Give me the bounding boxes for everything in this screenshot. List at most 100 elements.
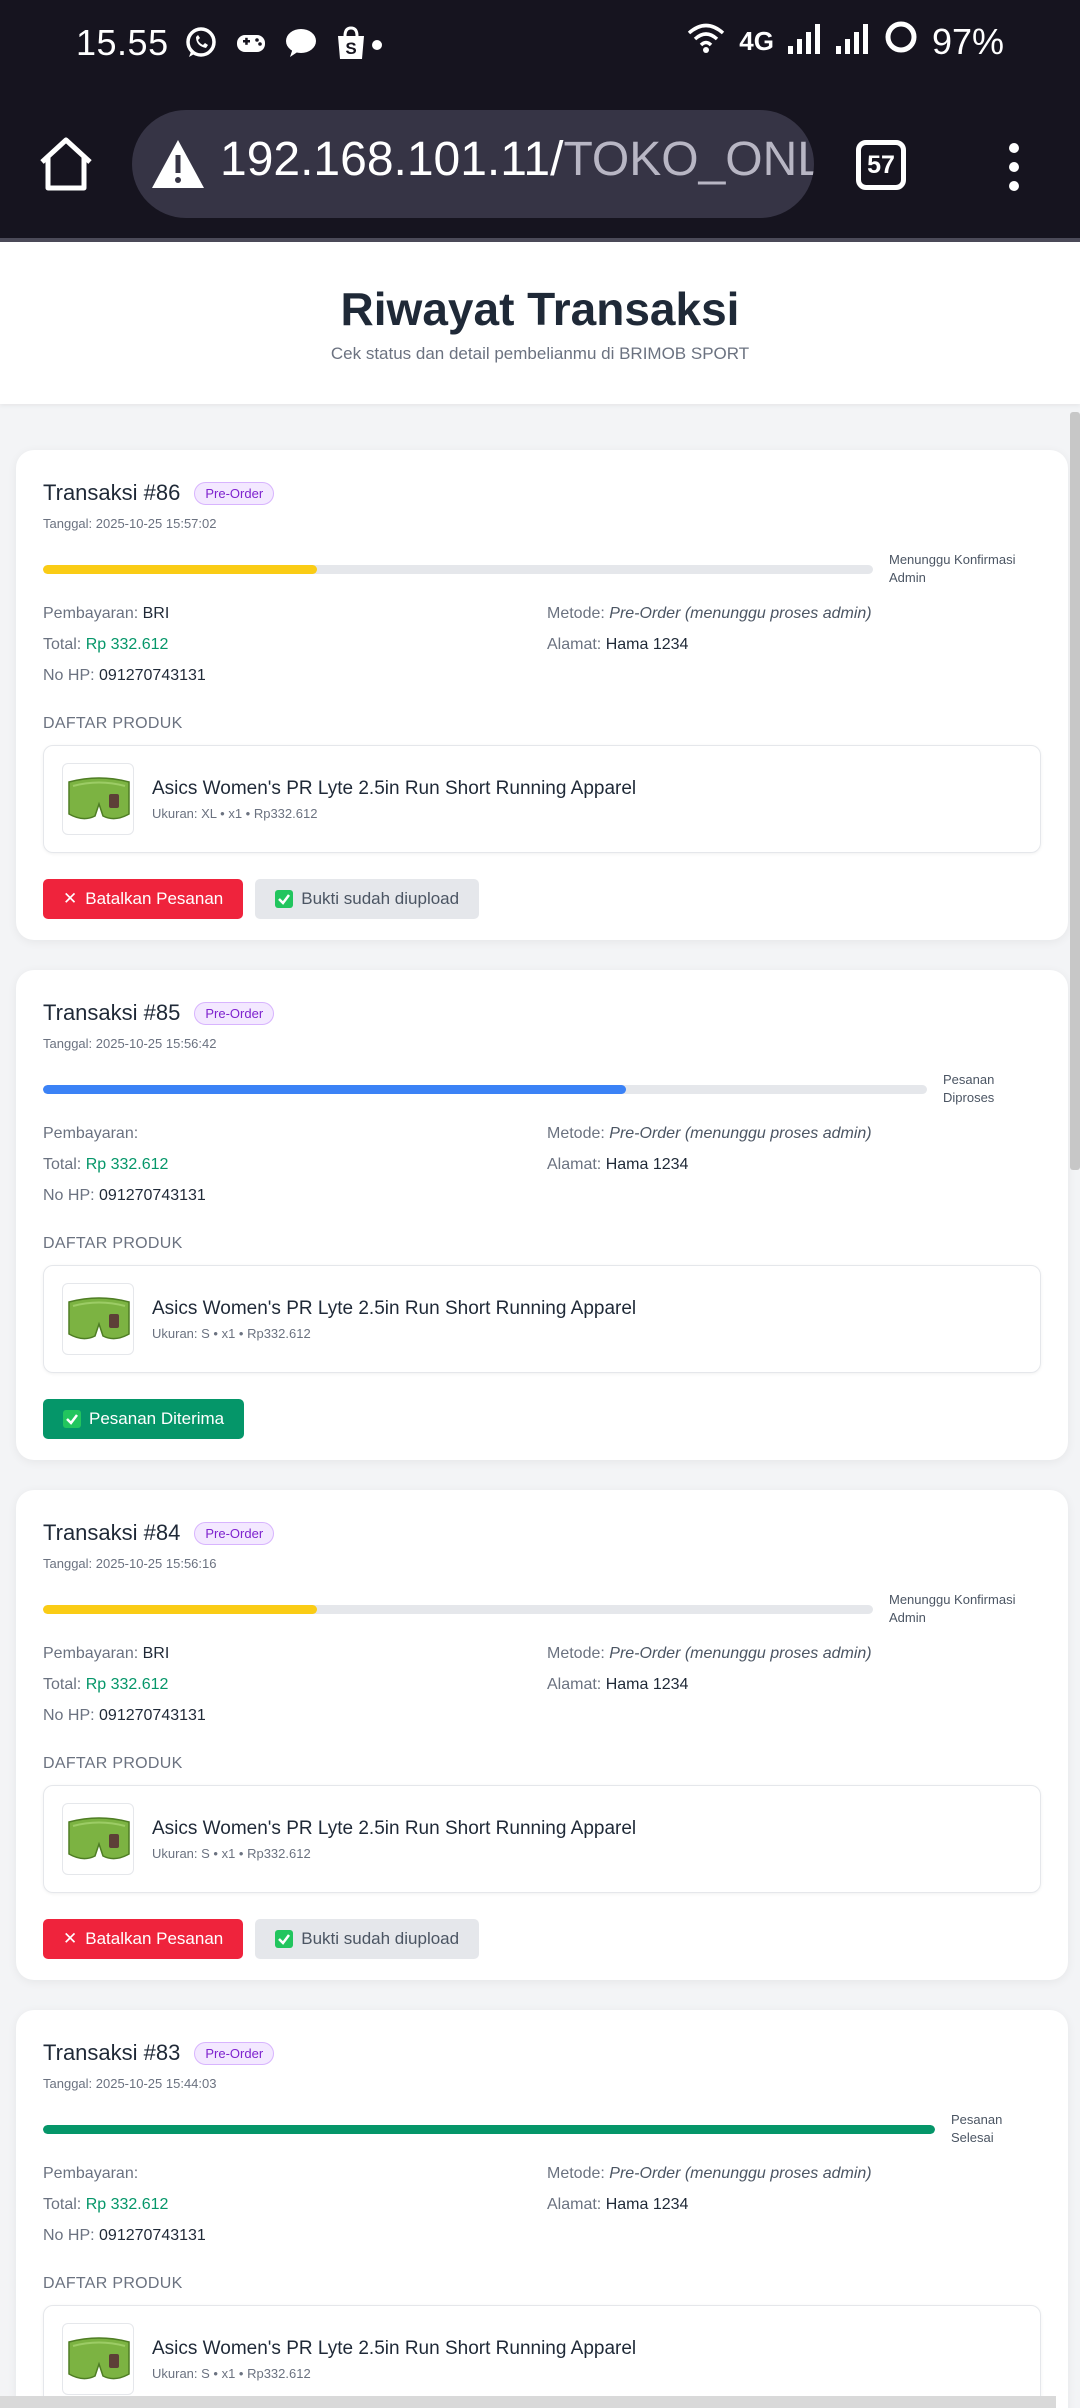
transaction-date: Tanggal: 2025-10-25 15:44:03 [43, 2076, 217, 2091]
page-title: Riwayat Transaksi [340, 283, 740, 335]
order-status-line2: Selesai [951, 2130, 994, 2145]
transaction-title: Transaksi #84 [43, 1520, 181, 1545]
transaction-date: Tanggal: 2025-10-25 15:57:02 [43, 516, 217, 531]
method-label: Metode: [547, 605, 605, 622]
url-bar[interactable]: 192.168.101.11/TOKO_ONLINE/u [132, 110, 814, 218]
product-item[interactable]: Asics Women's PR Lyte 2.5in Run Short Ru… [43, 745, 1041, 853]
payment-value: BRI [142, 1645, 170, 1662]
order-progress: Pesanan Selesai [43, 2112, 1041, 2147]
phone-value: 091270743131 [99, 1707, 206, 1724]
wifi-icon [687, 21, 725, 63]
product-thumbnail[interactable] [62, 2323, 134, 2395]
order-status-line1: Pesanan [951, 2112, 1003, 2127]
proof-uploaded-label: Bukti sudah diupload [301, 889, 460, 908]
progress-track [43, 1085, 927, 1094]
order-progress: Menunggu Konfirmasi Admin [43, 1592, 1041, 1627]
order-status-line1: Pesanan [943, 1072, 995, 1087]
total-info: Total: Rp 332.612 [43, 1156, 168, 1174]
warning-icon[interactable] [150, 138, 206, 190]
phone-label: No HP: [43, 1707, 95, 1724]
proof-uploaded-label: Bukti sudah diupload [301, 1929, 460, 1948]
overflow-menu-icon[interactable] [1000, 142, 1028, 192]
url-host: 192.168.101.11/ [220, 133, 564, 186]
address-value: Hama 1234 [605, 636, 689, 653]
tab-switcher-button[interactable]: 57 [856, 140, 906, 190]
address-info: Alamat: Hama 1234 [547, 2196, 688, 2214]
progress-track [43, 2125, 935, 2134]
products-heading: DAFTAR PRODUK [43, 1235, 183, 1252]
page-header: Riwayat Transaksi Cek status dan detail … [0, 242, 1080, 404]
progress-track [43, 1605, 873, 1614]
phone-value: 091270743131 [99, 2227, 206, 2244]
products-heading: DAFTAR PRODUK [43, 715, 183, 732]
phone-label: No HP: [43, 1187, 95, 1204]
progress-fill [43, 2125, 935, 2134]
network-type: 4G [739, 26, 774, 56]
method-label: Metode: [547, 2165, 605, 2182]
order-status-line1: Menunggu Konfirmasi [889, 552, 1016, 567]
phone-info: No HP: 091270743131 [43, 1187, 206, 1205]
payment-label: Pembayaran: [43, 1125, 139, 1142]
order-status-line1: Menunggu Konfirmasi [889, 1592, 1016, 1607]
product-name: Asics Women's PR Lyte 2.5in Run Short Ru… [152, 1818, 637, 1839]
transaction-info: Pembayaran: BRI Metode: Pre-Order (menun… [43, 1645, 1041, 1729]
method-value: Pre-Order (menunggu proses admin) [609, 1645, 872, 1662]
method-value: Pre-Order (menunggu proses admin) [609, 1125, 872, 1142]
payment-info: Pembayaran: [43, 1125, 138, 1143]
method-info: Metode: Pre-Order (menunggu proses admin… [547, 1645, 872, 1663]
total-info: Total: Rp 332.612 [43, 2196, 168, 2214]
product-thumbnail[interactable] [62, 1283, 134, 1355]
order-status: Pesanan Selesai [951, 2111, 1002, 2147]
url-text[interactable]: 192.168.101.11/TOKO_ONLINE/u [220, 132, 814, 187]
payment-label: Pembayaran: [43, 1645, 139, 1662]
product-thumbnail[interactable] [62, 763, 134, 835]
product-item[interactable]: Asics Women's PR Lyte 2.5in Run Short Ru… [43, 1785, 1041, 1893]
battery-icon [884, 20, 918, 63]
payment-info: Pembayaran: BRI [43, 605, 169, 623]
payment-info: Pembayaran: BRI [43, 1645, 169, 1663]
payment-value: BRI [142, 605, 170, 622]
browser-toolbar: 192.168.101.11/TOKO_ONLINE/u 57 [0, 108, 1080, 220]
vertical-scrollbar[interactable] [1070, 412, 1080, 1170]
order-status: Pesanan Diproses [943, 1071, 994, 1107]
order-status-line2: Admin [889, 570, 926, 585]
address-info: Alamat: Hama 1234 [547, 1676, 688, 1694]
total-label: Total: [43, 636, 82, 653]
check-mark-icon [275, 1930, 294, 1948]
product-name: Asics Women's PR Lyte 2.5in Run Short Ru… [152, 1298, 637, 1319]
signal-icon-2 [835, 21, 870, 63]
status-bar: 15.55 S 4G 97% [0, 0, 1080, 88]
product-item[interactable]: Asics Women's PR Lyte 2.5in Run Short Ru… [43, 2305, 1041, 2408]
proof-uploaded-button[interactable]: Bukti sudah diupload [255, 879, 480, 919]
total-label: Total: [43, 1156, 82, 1173]
horizontal-scrollbar[interactable] [0, 2396, 1056, 2408]
cancel-order-label: Batalkan Pesanan [85, 889, 224, 908]
address-value: Hama 1234 [605, 2196, 689, 2213]
phone-label: No HP: [43, 667, 95, 684]
order-status: Menunggu Konfirmasi Admin [889, 551, 1015, 587]
total-info: Total: Rp 332.612 [43, 636, 168, 654]
product-meta: Ukuran: XL • x1 • Rp332.612 [152, 806, 318, 821]
products-heading: DAFTAR PRODUK [43, 1755, 183, 1772]
notification-dot [372, 40, 382, 50]
product-thumbnail[interactable] [62, 1803, 134, 1875]
total-value: Rp 332.612 [85, 2196, 169, 2213]
cancel-order-button[interactable]: ✕ Batalkan Pesanan [43, 879, 244, 919]
transaction-card: Transaksi #86 Pre-Order Tanggal: 2025-10… [16, 450, 1068, 940]
order-received-button[interactable]: Pesanan Diterima [43, 1399, 245, 1439]
method-label: Metode: [547, 1645, 605, 1662]
battery-level: 97% [931, 20, 1004, 62]
product-name: Asics Women's PR Lyte 2.5in Run Short Ru… [152, 778, 637, 799]
home-icon[interactable] [36, 134, 96, 194]
order-status: Menunggu Konfirmasi Admin [889, 1591, 1015, 1627]
phone-info: No HP: 091270743131 [43, 667, 206, 685]
cancel-order-button[interactable]: ✕ Batalkan Pesanan [43, 1919, 244, 1959]
check-mark-icon [275, 890, 294, 908]
transaction-date: Tanggal: 2025-10-25 15:56:42 [43, 1036, 217, 1051]
payment-info: Pembayaran: [43, 2165, 138, 2183]
total-label: Total: [43, 2196, 82, 2213]
payment-label: Pembayaran: [43, 605, 139, 622]
method-value: Pre-Order (menunggu proses admin) [609, 2165, 872, 2182]
product-item[interactable]: Asics Women's PR Lyte 2.5in Run Short Ru… [43, 1265, 1041, 1373]
proof-uploaded-button[interactable]: Bukti sudah diupload [255, 1919, 480, 1959]
